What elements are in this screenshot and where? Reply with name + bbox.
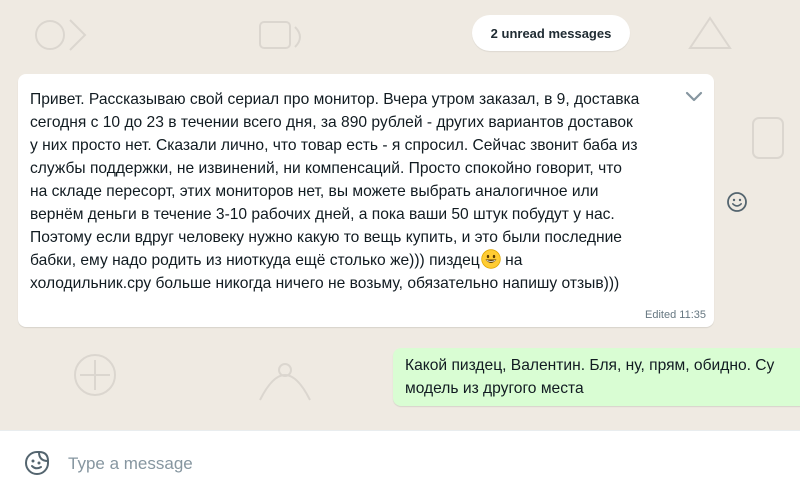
chevron-down-icon [685, 91, 703, 102]
message-line: холодильник.сру больше никогда ничего не… [30, 275, 620, 292]
chat-background: 2 unread messages Привет. Рассказываю св… [0, 0, 800, 430]
message-line: сегодня с 10 до 23 в течении всего дня, … [30, 114, 633, 131]
grinning-face-emoji-icon [481, 249, 501, 269]
wallpaper-doodle-icon [74, 354, 116, 396]
outgoing-message-text: Какой пиздец, Валентин. Бля, ну, прям, о… [405, 354, 800, 400]
message-line: вернём деньги в течение 3-10 рабочих дне… [30, 206, 615, 223]
message-line-tail: на [500, 252, 523, 269]
unread-messages-banner: 2 unread messages [472, 15, 630, 51]
message-line: Поэтому если вдруг человеку нужно какую … [30, 229, 622, 246]
message-line: у них просто нет. Сказали лично, что тов… [30, 137, 638, 154]
message-line: Какой пиздец, Валентин. Бля, ну, прям, о… [405, 357, 775, 374]
incoming-message-text: Привет. Рассказываю свой сериал про мони… [30, 88, 710, 295]
message-composer [0, 430, 800, 494]
message-line: бабки, ему надо родить из ниоткуда ещё с… [30, 252, 480, 269]
message-meta: Edited 11:35 [645, 309, 706, 321]
unread-messages-label: 2 unread messages [490, 25, 612, 41]
message-menu-button[interactable] [680, 86, 708, 108]
message-input[interactable] [68, 451, 768, 477]
smiley-icon [727, 192, 747, 212]
wallpaper-doodle-icon [688, 16, 732, 49]
edited-label: Edited [645, 309, 677, 321]
wallpaper-doodle-icon [752, 117, 784, 159]
incoming-message-bubble[interactable]: Привет. Рассказываю свой сериал про мони… [18, 74, 714, 327]
message-time: 11:35 [679, 309, 706, 321]
react-button[interactable] [722, 187, 752, 217]
wallpaper-doodle-icon [35, 19, 87, 51]
message-line: модель из другого места [405, 380, 584, 397]
message-line: службы поддержки, не извинений, ни компе… [30, 160, 622, 177]
sticker-emoji-icon [25, 451, 49, 475]
wallpaper-doodle-icon [259, 21, 301, 49]
wallpaper-doodle-icon [259, 363, 311, 401]
outgoing-message-bubble[interactable]: Какой пиздец, Валентин. Бля, ну, прям, о… [393, 348, 800, 406]
emoji-sticker-button[interactable] [22, 448, 52, 478]
message-line: на складе пересорт, этих мониторов нет, … [30, 183, 599, 200]
message-line: Привет. Рассказываю свой сериал про мони… [30, 91, 640, 108]
